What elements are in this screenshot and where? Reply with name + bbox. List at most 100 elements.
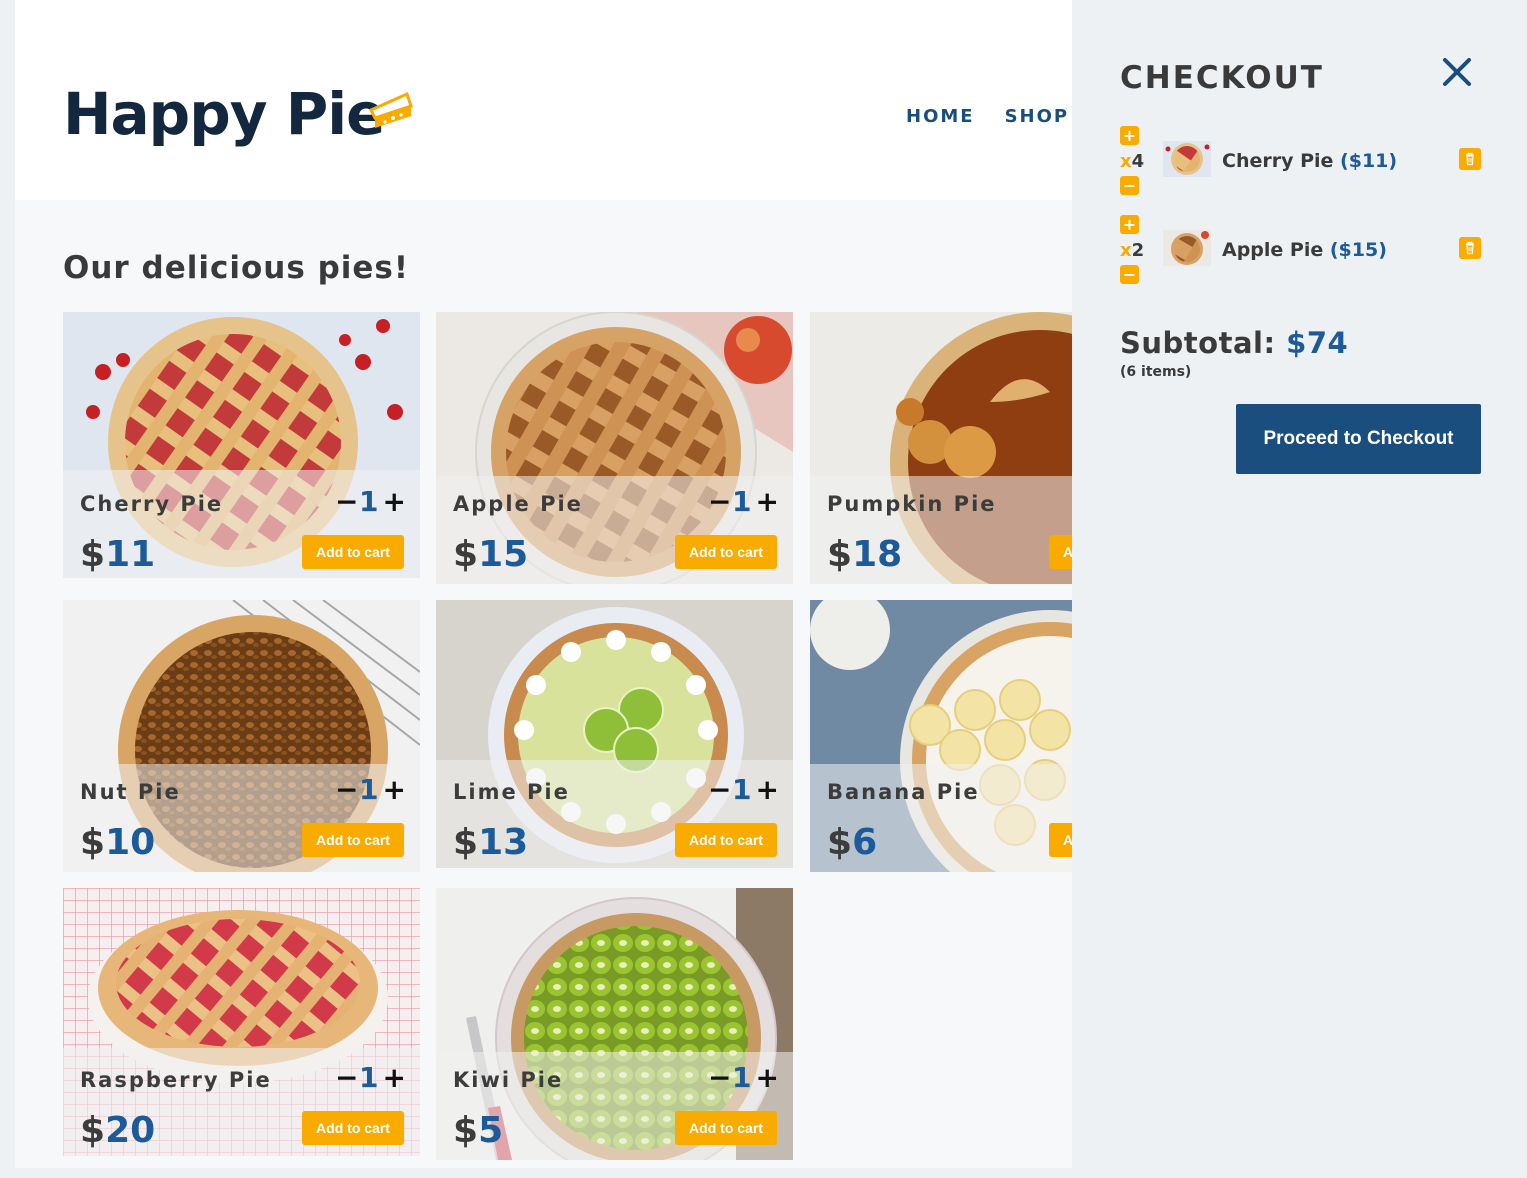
nav-shop[interactable]: SHOP bbox=[1005, 106, 1070, 127]
minus-icon[interactable]: − bbox=[708, 1064, 731, 1092]
plus-icon[interactable]: + bbox=[382, 488, 405, 516]
product-card: Banana Pie − 1 + $6 Add to cart bbox=[810, 600, 1072, 872]
nav-home[interactable]: HOME bbox=[906, 106, 975, 127]
quantity-stepper: − 1 + bbox=[708, 773, 779, 806]
product-name: Kiwi Pie bbox=[453, 1068, 564, 1092]
cart-item-quantity: x2 bbox=[1120, 240, 1145, 261]
plus-icon[interactable]: + bbox=[382, 776, 405, 804]
product-name: Pumpkin Pie bbox=[827, 492, 997, 516]
price-amount: 10 bbox=[105, 822, 156, 863]
product-card: Kiwi Pie − 1 + $5 Add to cart bbox=[436, 888, 793, 1160]
price-amount: 15 bbox=[478, 534, 529, 575]
add-to-cart-button[interactable]: Add to cart bbox=[675, 535, 777, 569]
add-to-cart-button[interactable]: Add to cart bbox=[675, 1111, 777, 1145]
main-page: Happy Pie HOME SHOP Our delicious pies! … bbox=[15, 0, 1072, 1168]
quantity-stepper: − 1 + bbox=[335, 1061, 406, 1094]
product-name: Cherry Pie bbox=[80, 492, 224, 516]
quantity-value: 1 bbox=[359, 1061, 379, 1094]
quantity-stepper: − 1 + bbox=[708, 485, 779, 518]
product-price: $5 bbox=[453, 1110, 503, 1151]
quantity-stepper: − 1 + bbox=[335, 485, 406, 518]
product-name: Banana Pie bbox=[827, 780, 980, 804]
add-to-cart-button[interactable]: Add to cart bbox=[675, 823, 777, 857]
cart-item: + x4 − Cherry Pie ($11) bbox=[1120, 126, 1485, 195]
cart-item-thumbnail bbox=[1163, 141, 1211, 177]
price-amount: 6 bbox=[852, 822, 878, 863]
currency-symbol: $ bbox=[80, 822, 106, 863]
plus-icon[interactable]: + bbox=[1120, 126, 1139, 145]
subtotal: Subtotal: $74 bbox=[1120, 326, 1348, 360]
product-price: $10 bbox=[80, 822, 155, 863]
plus-icon[interactable]: + bbox=[382, 1064, 405, 1092]
minus-icon[interactable]: − bbox=[708, 776, 731, 804]
pie-slice-icon bbox=[368, 91, 413, 128]
currency-symbol: $ bbox=[827, 534, 853, 575]
quantity-value: 1 bbox=[359, 773, 379, 806]
price-amount: 11 bbox=[105, 534, 156, 575]
product-card: Cherry Pie − 1 + $11 Add to cart bbox=[63, 312, 420, 578]
product-price: $13 bbox=[453, 822, 528, 863]
quantity-value: 1 bbox=[732, 485, 752, 518]
currency-symbol: $ bbox=[453, 822, 479, 863]
product-card: Nut Pie − 1 + $10 Add to cart bbox=[63, 600, 420, 872]
plus-icon[interactable]: + bbox=[1120, 215, 1139, 234]
site-logo[interactable]: Happy Pie bbox=[63, 80, 385, 148]
currency-symbol: $ bbox=[80, 1110, 106, 1151]
section-title: Our delicious pies! bbox=[63, 250, 410, 286]
cart-item-label: Cherry Pie ($11) bbox=[1222, 150, 1398, 172]
site-header: Happy Pie HOME SHOP bbox=[15, 0, 1072, 200]
plus-icon[interactable]: + bbox=[755, 1064, 778, 1092]
quantity-stepper: − 1 + bbox=[708, 1061, 779, 1094]
minus-icon[interactable]: − bbox=[1120, 176, 1139, 195]
plus-icon[interactable]: + bbox=[755, 488, 778, 516]
quantity-value: 1 bbox=[732, 1061, 752, 1094]
price-amount: 18 bbox=[852, 534, 903, 575]
currency-symbol: $ bbox=[453, 1110, 479, 1151]
currency-symbol: $ bbox=[453, 534, 479, 575]
subtotal-label: Subtotal: bbox=[1120, 326, 1276, 360]
plus-icon[interactable]: + bbox=[755, 776, 778, 804]
price-amount: 13 bbox=[478, 822, 529, 863]
subtotal-value: $74 bbox=[1286, 326, 1349, 360]
minus-icon[interactable]: − bbox=[335, 1064, 358, 1092]
price-amount: 20 bbox=[105, 1110, 156, 1151]
quantity-stepper: − 1 + bbox=[335, 773, 406, 806]
cart-item-label: Apple Pie ($15) bbox=[1222, 239, 1387, 261]
add-to-cart-button[interactable]: Add to cart bbox=[302, 535, 404, 569]
cart-item: + x2 − Apple Pie ($15) bbox=[1120, 215, 1485, 284]
add-to-cart-button[interactable]: Add to cart bbox=[302, 1111, 404, 1145]
price-amount: 5 bbox=[478, 1110, 504, 1151]
product-price: $20 bbox=[80, 1110, 155, 1151]
minus-icon[interactable]: − bbox=[335, 776, 358, 804]
product-card: Apple Pie − 1 + $15 Add to cart bbox=[436, 312, 793, 584]
proceed-to-checkout-button[interactable]: Proceed to Checkout bbox=[1236, 404, 1481, 474]
minus-icon[interactable]: − bbox=[335, 488, 358, 516]
trash-icon[interactable] bbox=[1459, 237, 1481, 259]
items-count: (6 items) bbox=[1120, 364, 1192, 380]
product-price: $18 bbox=[827, 534, 902, 575]
minus-icon[interactable]: − bbox=[1120, 265, 1139, 284]
product-card: Lime Pie − 1 + $13 Add to cart bbox=[436, 600, 793, 868]
quantity-value: 1 bbox=[732, 773, 752, 806]
product-name: Raspberry Pie bbox=[80, 1068, 272, 1092]
product-card: Pumpkin Pie − 1 + $18 Add to cart bbox=[810, 312, 1072, 584]
product-name: Nut Pie bbox=[80, 780, 181, 804]
trash-icon[interactable] bbox=[1459, 148, 1481, 170]
checkout-title: CHECKOUT bbox=[1120, 60, 1324, 96]
product-price: $6 bbox=[827, 822, 877, 863]
add-to-cart-button[interactable]: Add to cart bbox=[1049, 823, 1072, 857]
currency-symbol: $ bbox=[827, 822, 853, 863]
product-price: $15 bbox=[453, 534, 528, 575]
minus-icon[interactable]: − bbox=[708, 488, 731, 516]
product-card: Raspberry Pie − 1 + $20 Add to cart bbox=[63, 888, 420, 1156]
cart-item-thumbnail bbox=[1163, 230, 1211, 266]
add-to-cart-button[interactable]: Add to cart bbox=[1049, 535, 1072, 569]
add-to-cart-button[interactable]: Add to cart bbox=[302, 823, 404, 857]
main-nav: HOME SHOP bbox=[906, 106, 1069, 127]
close-icon[interactable] bbox=[1440, 55, 1474, 89]
currency-symbol: $ bbox=[80, 534, 106, 575]
quantity-value: 1 bbox=[359, 485, 379, 518]
product-price: $11 bbox=[80, 534, 155, 575]
cart-item-quantity: x4 bbox=[1120, 151, 1145, 172]
product-name: Apple Pie bbox=[453, 492, 583, 516]
